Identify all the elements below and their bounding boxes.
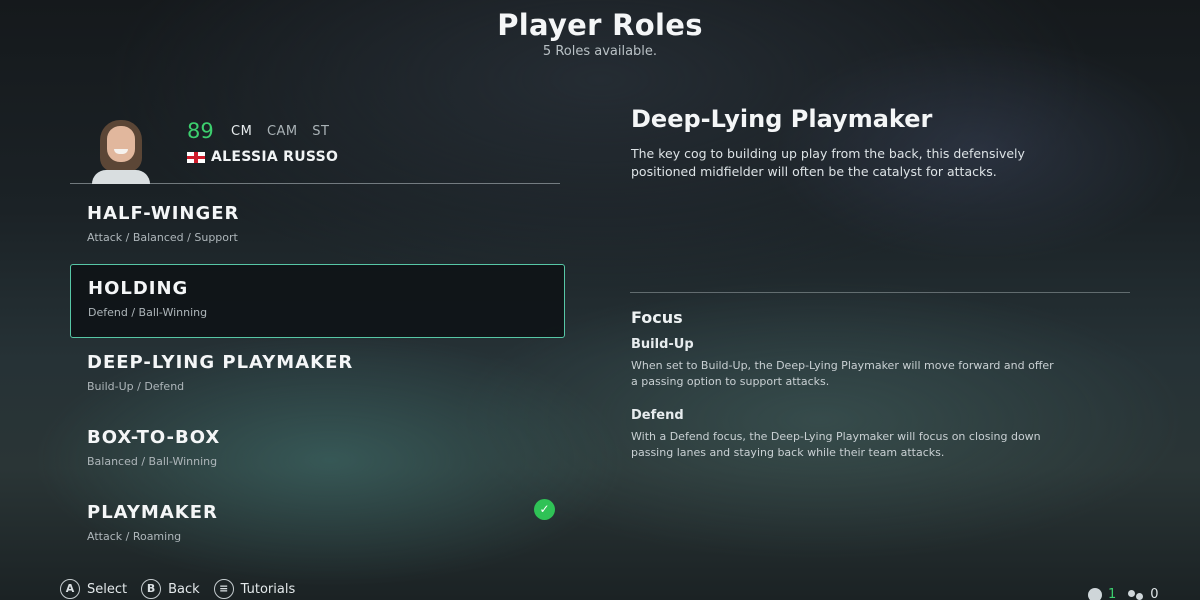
menu-button-icon: ≡ <box>213 579 234 599</box>
checkmark-icon: ✓ <box>534 499 555 520</box>
role-tags: Build-Up / Defend <box>87 380 185 393</box>
player-avatar <box>90 116 152 184</box>
hint-label: Select <box>87 581 128 597</box>
role-detail-description: The key cog to building up play from the… <box>631 146 1025 179</box>
status-indicators: 1 0 <box>1088 587 1159 600</box>
focus-heading: Focus <box>631 308 683 327</box>
focus-section: Focus Build-Up When set to Build-Up, the… <box>631 308 1101 461</box>
position-tertiary: ST <box>312 124 330 139</box>
page-title: Player Roles <box>497 8 703 42</box>
role-item-box-to-box[interactable]: BOX-TO-BOX Balanced / Ball-Winning <box>70 414 565 488</box>
player-positions: CM CAM ST <box>231 124 339 139</box>
focus-label: Build-Up <box>631 337 694 352</box>
role-name: HALF-WINGER <box>87 203 240 224</box>
button-hints: A Select B Back ≡ Tutorials <box>60 579 309 599</box>
status-count-b: 0 <box>1150 587 1159 600</box>
divider <box>630 292 1130 293</box>
role-item-deep-lying-playmaker[interactable]: DEEP-LYING PLAYMAKER Build-Up / Defend <box>70 339 565 413</box>
hint-label: Tutorials <box>240 581 296 597</box>
position-secondary: CAM <box>266 124 298 139</box>
role-item-playmaker[interactable]: PLAYMAKER Attack / Roaming <box>70 489 565 563</box>
hint-label: Back <box>168 581 200 597</box>
role-name: HOLDING <box>88 278 189 299</box>
header: Player Roles 5 Roles available. <box>0 8 1200 59</box>
role-name: PLAYMAKER <box>87 502 218 523</box>
a-button-icon: A <box>60 579 80 599</box>
tutorials-hint[interactable]: ≡ Tutorials <box>213 579 296 599</box>
b-button-icon: B <box>141 579 162 599</box>
mic-icon <box>1088 587 1102 600</box>
player-name: ALESSIA RUSSO <box>211 149 339 165</box>
role-name: BOX-TO-BOX <box>87 427 221 448</box>
focus-item-build-up: Build-Up When set to Build-Up, the Deep-… <box>631 337 1101 390</box>
role-tags: Balanced / Ball-Winning <box>87 455 218 468</box>
role-item-holding[interactable]: HOLDING Defend / Ball-Winning <box>70 264 565 338</box>
player-name-row: ALESSIA RUSSO <box>187 149 338 165</box>
player-rating: 89 <box>187 119 214 143</box>
back-hint[interactable]: B Back <box>141 579 200 599</box>
focus-text: With a Defend focus, the Deep-Lying Play… <box>631 430 1041 459</box>
player-card: 89 CM CAM ST ALESSIA RUSSO <box>70 112 560 184</box>
select-hint[interactable]: A Select <box>60 579 127 599</box>
role-detail-panel: Deep-Lying Playmaker The key cog to buil… <box>631 105 1131 181</box>
focus-label: Defend <box>631 408 684 423</box>
england-flag-icon <box>187 151 205 163</box>
focus-item-defend: Defend With a Defend focus, the Deep-Lyi… <box>631 408 1101 461</box>
role-tags: Defend / Ball-Winning <box>88 306 208 319</box>
role-tags: Attack / Roaming <box>87 530 182 543</box>
page-subtitle: 5 Roles available. <box>542 44 658 59</box>
role-tags: Attack / Balanced / Support <box>87 231 238 244</box>
focus-text: When set to Build-Up, the Deep-Lying Pla… <box>631 359 1054 388</box>
role-detail-title: Deep-Lying Playmaker <box>631 105 933 133</box>
role-item-half-winger[interactable]: HALF-WINGER Attack / Balanced / Support <box>70 190 565 264</box>
status-count-a: 1 <box>1108 587 1117 600</box>
position-primary: CM <box>231 124 253 139</box>
role-name: DEEP-LYING PLAYMAKER <box>87 352 354 373</box>
people-icon <box>1128 588 1144 600</box>
